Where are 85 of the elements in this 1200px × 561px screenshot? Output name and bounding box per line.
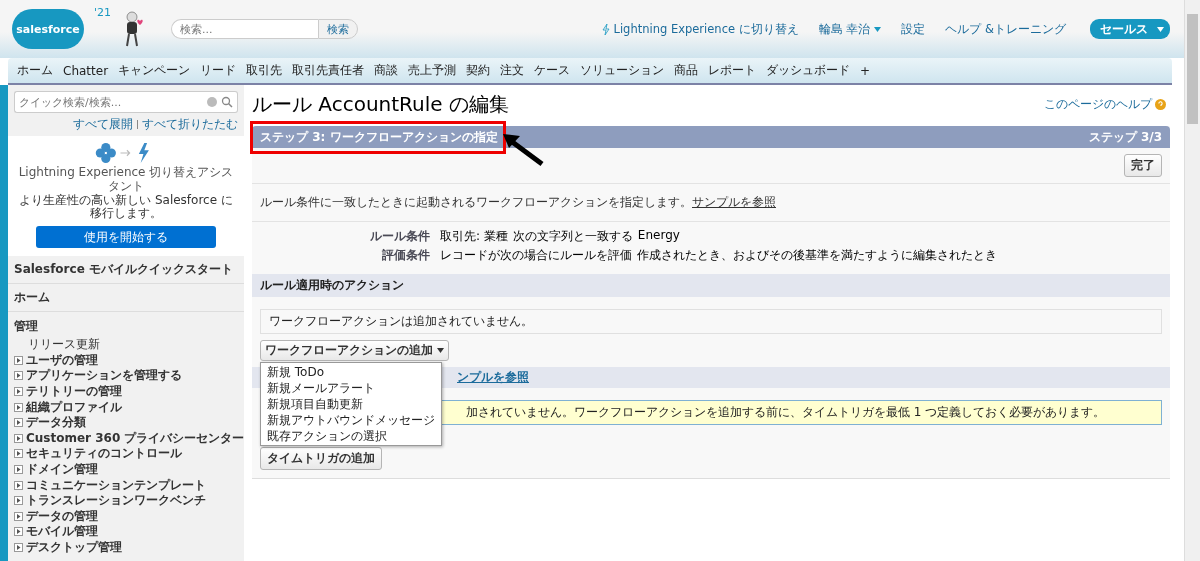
sidebar-item[interactable]: ドメイン管理 [8, 461, 244, 478]
detail-value: 取引先: 業種 [440, 228, 508, 245]
detail-value: Energy [637, 228, 680, 244]
sidebar-item[interactable]: リリース更新 [8, 337, 244, 353]
menu-item[interactable]: 新規アウトバウンドメッセージ [261, 412, 441, 428]
menu-item[interactable]: 既存アクションの選択 [261, 428, 441, 444]
expand-icon[interactable] [14, 418, 23, 428]
nav-tab[interactable]: ソリューション [575, 59, 670, 82]
detail-value: レコードが次の場合にルールを評価 [440, 247, 632, 264]
detail-value: 作成されたとき、およびその後基準を満たすように編集されたとき [637, 247, 997, 264]
user-menu[interactable]: 輪島 幸治 [818, 21, 882, 37]
start-button[interactable]: 使用を開始する [36, 226, 216, 248]
promo-text: より生産性の高い新しい Salesforce に移行します。 [18, 194, 234, 220]
expand-icon[interactable] [14, 371, 23, 381]
sidebar-item[interactable]: データ分類 [8, 414, 244, 431]
nav-tab[interactable]: レポート [703, 59, 762, 82]
nav-tab[interactable]: リード [195, 59, 242, 82]
expand-icon[interactable] [14, 465, 23, 475]
nav-tab[interactable]: 商談 [369, 59, 404, 82]
detail-value: 次の文字列と一致する [512, 228, 633, 245]
nav-tab[interactable]: 取引先 [241, 59, 288, 82]
expand-icon[interactable] [14, 433, 23, 443]
sidebar-item[interactable]: 組織プロファイル [8, 399, 244, 415]
sidebar-item[interactable]: テリトリーの管理 [8, 383, 244, 400]
detail-label: 評価条件 [381, 247, 430, 264]
nav-tab[interactable]: ダッシュボード [761, 59, 856, 82]
expand-icon[interactable] [14, 449, 23, 459]
sidebar-item[interactable]: ユーザの管理 [8, 352, 244, 369]
sidebar-item[interactable]: アプリケーションを管理する [8, 368, 244, 384]
step-title: ステップ 3: ワークフローアクションの指定 [260, 128, 498, 146]
sidebar-item[interactable]: セキュリティのコントロール [8, 446, 244, 462]
collapse-all-link[interactable]: すべて折りたたむ [142, 116, 238, 133]
sidebar-item[interactable]: デスクトップ管理 [8, 539, 244, 556]
menu-item[interactable]: 新規メールアラート [261, 380, 441, 396]
sidebar-item[interactable]: Customer 360 プライバシーセンター [8, 430, 244, 447]
nav-tab[interactable]: 商品 [669, 59, 704, 82]
detail-label: ルール条件 [369, 228, 430, 245]
add-action-dropdown[interactable]: ワークフローアクションの追加 [260, 340, 449, 361]
header-link[interactable]: 設定 [901, 21, 926, 37]
caret-icon [874, 26, 882, 32]
menu-item[interactable]: 新規 ToDo [261, 364, 441, 380]
expand-icon[interactable] [14, 355, 23, 365]
nav-tab[interactable]: + [855, 60, 876, 81]
step-description: ルール条件に一致したときに起動されるワークフローアクションを指定します。サンプルを参照 [252, 184, 1170, 222]
nav-tab[interactable]: 取引先責任者 [287, 59, 370, 82]
header-link[interactable]: Lightning Experience に切り替え [601, 21, 799, 37]
caret-icon [437, 348, 444, 353]
lightning-icon [601, 23, 610, 35]
nav-tab[interactable]: ホーム [12, 59, 58, 82]
nav-tab[interactable]: ケース [529, 59, 576, 82]
page-help-link[interactable]: このページのヘルプ [1044, 96, 1152, 113]
header-link[interactable]: ヘルプ &トレーニング [945, 21, 1066, 37]
search-button[interactable]: 検索 [318, 19, 359, 39]
expand-icon[interactable] [14, 387, 23, 397]
nav-tab[interactable]: 注文 [495, 59, 530, 82]
sidebar-item[interactable]: トランスレーションワークベンチ [8, 492, 244, 509]
sample-link[interactable]: ンプルを参照 [457, 370, 529, 384]
sidebar-item[interactable]: モバイル管理 [8, 524, 244, 540]
pointer-arrow [501, 132, 546, 167]
search-field[interactable]: 検索... [171, 19, 319, 39]
nav-tab[interactable]: Chatter [58, 60, 114, 81]
expand-icon[interactable] [14, 402, 23, 412]
promo-title: Lightning Experience 切り替えアシスタント [17, 165, 235, 193]
sidebar-item[interactable]: データの管理 [8, 508, 244, 525]
done-button[interactable]: 完了 [1124, 154, 1162, 177]
sidebar-heading: 管理 [13, 318, 39, 335]
release-label: '21 [94, 6, 112, 19]
sidebar-item[interactable]: コミュニケーションテンプレート [8, 477, 244, 493]
nav-tab[interactable]: 契約 [461, 59, 496, 82]
caret-icon [1157, 26, 1164, 32]
expand-icon[interactable] [14, 511, 23, 521]
nav-tab[interactable]: キャンペーン [113, 59, 196, 82]
nav-tab[interactable]: 売上予測 [403, 59, 462, 82]
expand-icon[interactable] [14, 480, 23, 490]
page-title: ルール AccountRule の編集 [252, 91, 509, 118]
scrollbar[interactable] [1184, 0, 1200, 561]
expand-all-link[interactable]: すべて展開 [73, 116, 133, 133]
step-counter: ステップ 3/3 [1088, 128, 1162, 146]
expand-icon[interactable] [14, 496, 23, 506]
add-time-trigger-button[interactable]: タイムトリガの追加 [260, 447, 382, 470]
section-heading: ルール適用時のアクション [252, 274, 1170, 297]
sample-link[interactable]: サンプルを参照 [692, 195, 776, 209]
expand-icon[interactable] [14, 527, 23, 537]
expand-icon[interactable] [14, 543, 23, 552]
empty-actions-message: ワークフローアクションは追加されていません。 [260, 309, 1162, 334]
